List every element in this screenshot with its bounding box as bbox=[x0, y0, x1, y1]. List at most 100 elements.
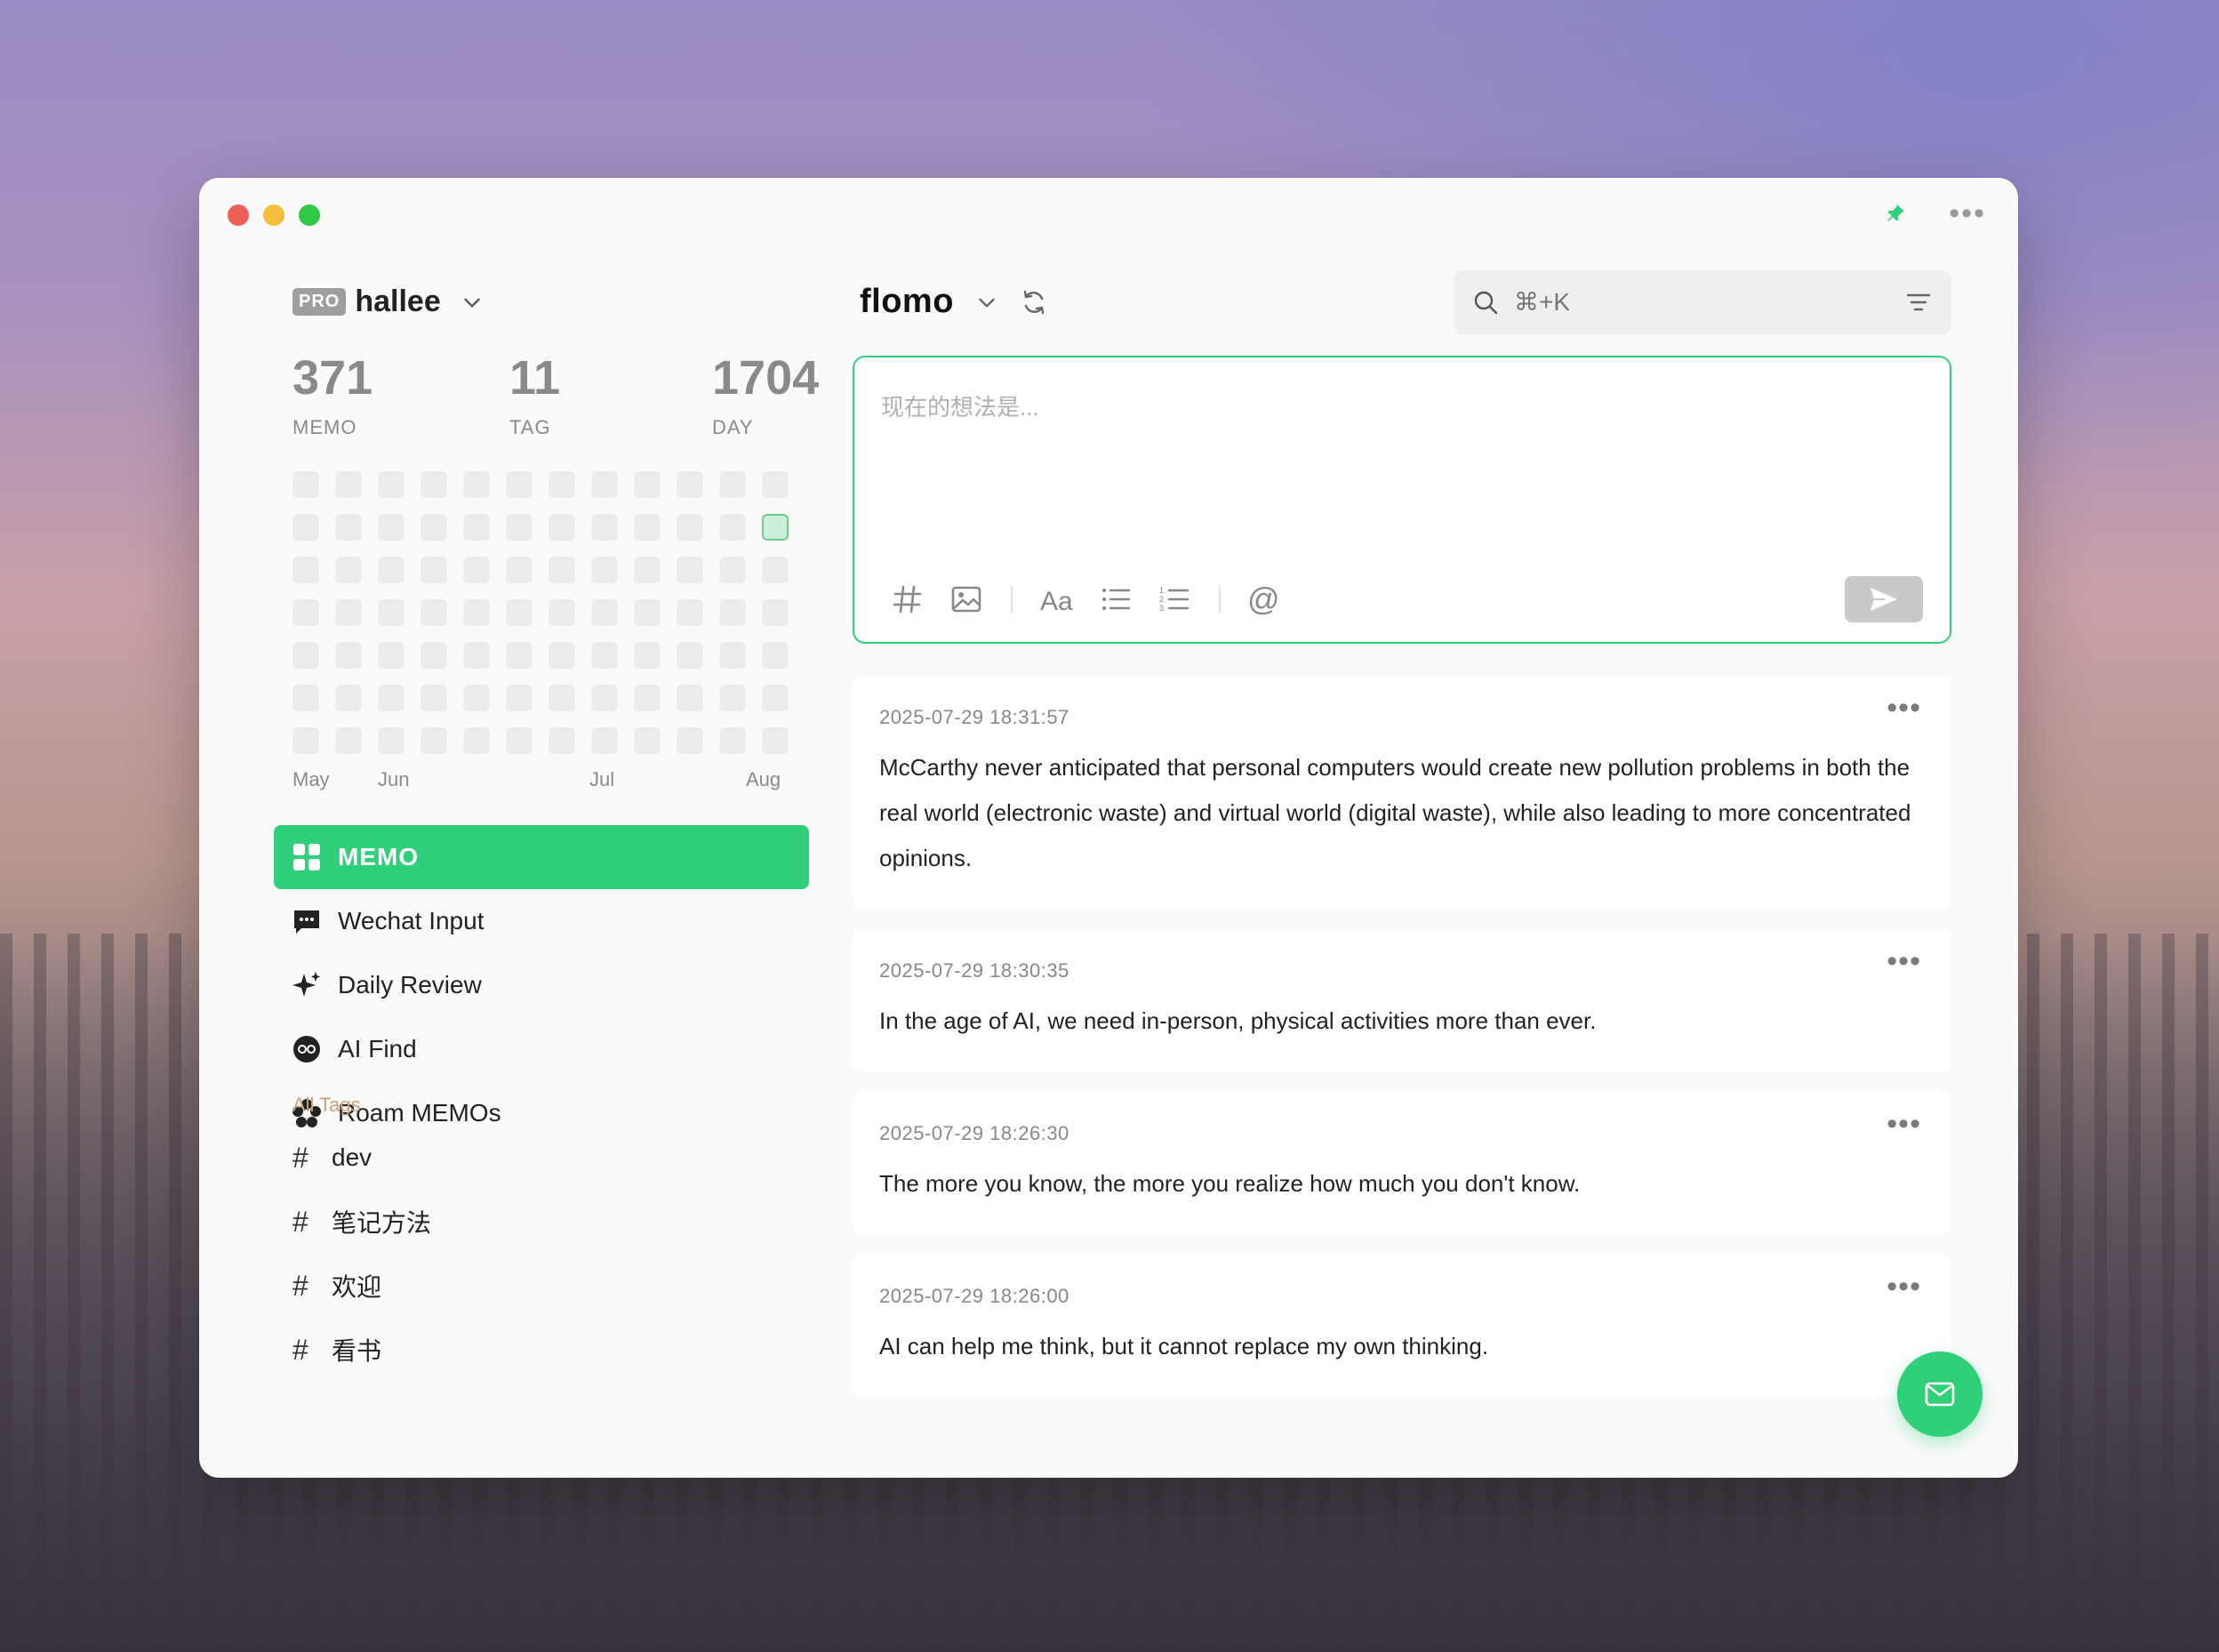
tag-item[interactable]: # dev bbox=[292, 1126, 431, 1190]
heatmap-cell[interactable] bbox=[421, 514, 447, 541]
tag-item[interactable]: # 欢迎 bbox=[292, 1254, 431, 1318]
heatmap-cell[interactable] bbox=[634, 557, 661, 583]
heatmap-cell[interactable] bbox=[292, 685, 319, 711]
heatmap-cell[interactable] bbox=[677, 514, 703, 541]
heatmap-cell[interactable] bbox=[591, 642, 618, 669]
heatmap-cell[interactable] bbox=[719, 514, 746, 541]
sidebar-item-ai-find[interactable]: AI Find bbox=[274, 1017, 809, 1081]
heatmap-cell[interactable] bbox=[634, 727, 661, 754]
heatmap-cell[interactable] bbox=[677, 599, 703, 626]
heatmap-cell[interactable] bbox=[463, 557, 490, 583]
memo-card[interactable]: 2025-07-29 18:30:35 ••• In the age of AI… bbox=[853, 929, 1951, 1072]
heatmap-cell[interactable] bbox=[677, 642, 703, 669]
heatmap-cell[interactable] bbox=[677, 471, 703, 498]
heatmap-cell[interactable] bbox=[677, 557, 703, 583]
mention-icon[interactable]: @ bbox=[1247, 581, 1283, 617]
heatmap-cell[interactable] bbox=[762, 642, 789, 669]
heatmap-cell[interactable] bbox=[549, 727, 575, 754]
filter-icon[interactable] bbox=[1905, 289, 1932, 316]
send-button[interactable] bbox=[1845, 576, 1923, 622]
memo-card[interactable]: 2025-07-29 18:26:00 ••• AI can help me t… bbox=[853, 1255, 1951, 1398]
heatmap-cell[interactable] bbox=[335, 685, 362, 711]
heatmap-cell[interactable] bbox=[421, 557, 447, 583]
heatmap-cell[interactable] bbox=[463, 514, 490, 541]
heatmap-cell[interactable] bbox=[634, 642, 661, 669]
heatmap-cell[interactable] bbox=[762, 685, 789, 711]
heatmap-cell[interactable] bbox=[378, 471, 405, 498]
heatmap-cell[interactable] bbox=[719, 599, 746, 626]
heatmap-cell[interactable] bbox=[591, 599, 618, 626]
heatmap-cell[interactable] bbox=[506, 557, 533, 583]
heatmap-cell[interactable] bbox=[634, 471, 661, 498]
email-fab-button[interactable] bbox=[1897, 1351, 1983, 1437]
memo-card[interactable]: 2025-07-29 18:31:57 ••• McCarthy never a… bbox=[853, 676, 1951, 910]
user-menu[interactable]: PRO hallee bbox=[292, 285, 484, 319]
heatmap-cell[interactable] bbox=[506, 642, 533, 669]
heatmap-cell[interactable] bbox=[634, 685, 661, 711]
heatmap-cell[interactable] bbox=[506, 471, 533, 498]
editor-input[interactable]: 现在的想法是... bbox=[881, 389, 1039, 422]
sidebar-item-memo[interactable]: MEMO bbox=[274, 825, 809, 889]
heatmap-cell[interactable] bbox=[719, 685, 746, 711]
heatmap-cell[interactable] bbox=[378, 727, 405, 754]
heatmap-cell[interactable] bbox=[549, 471, 575, 498]
heatmap-cell[interactable] bbox=[719, 727, 746, 754]
numbered-list-icon[interactable]: 123 bbox=[1157, 581, 1192, 617]
heatmap-cell[interactable] bbox=[591, 514, 618, 541]
heatmap-cell[interactable] bbox=[506, 685, 533, 711]
heatmap-cell[interactable] bbox=[463, 727, 490, 754]
heatmap-cell[interactable] bbox=[292, 642, 319, 669]
heatmap-cell[interactable] bbox=[378, 557, 405, 583]
heatmap-cell[interactable] bbox=[378, 599, 405, 626]
heatmap-cell[interactable] bbox=[591, 727, 618, 754]
more-icon[interactable]: ••• bbox=[1887, 1271, 1921, 1302]
heatmap-cell[interactable] bbox=[378, 514, 405, 541]
sidebar-item-wechat-input[interactable]: Wechat Input bbox=[274, 889, 809, 953]
workspace-switcher[interactable]: flomo bbox=[860, 283, 1048, 321]
heatmap-cell[interactable] bbox=[506, 727, 533, 754]
heatmap-cell[interactable] bbox=[762, 514, 789, 541]
heatmap-cell[interactable] bbox=[463, 642, 490, 669]
heatmap-cell[interactable] bbox=[677, 685, 703, 711]
heatmap-cell[interactable] bbox=[378, 685, 405, 711]
heatmap-cell[interactable] bbox=[292, 599, 319, 626]
heatmap-cell[interactable] bbox=[463, 599, 490, 626]
heatmap-cell[interactable] bbox=[292, 471, 319, 498]
hash-icon[interactable] bbox=[890, 581, 925, 617]
heatmap-cell[interactable] bbox=[292, 557, 319, 583]
heatmap-cell[interactable] bbox=[506, 514, 533, 541]
heatmap-cell[interactable] bbox=[421, 599, 447, 626]
heatmap-cell[interactable] bbox=[762, 557, 789, 583]
heatmap-cell[interactable] bbox=[292, 514, 319, 541]
heatmap-cell[interactable] bbox=[335, 471, 362, 498]
heatmap-cell[interactable] bbox=[591, 557, 618, 583]
search-box[interactable] bbox=[1454, 270, 1951, 334]
heatmap-cell[interactable] bbox=[762, 727, 789, 754]
more-icon[interactable]: ••• bbox=[1887, 693, 1921, 723]
heatmap-cell[interactable] bbox=[591, 685, 618, 711]
heatmap-cell[interactable] bbox=[549, 557, 575, 583]
heatmap-cell[interactable] bbox=[549, 599, 575, 626]
image-icon[interactable] bbox=[949, 581, 984, 617]
bullet-list-icon[interactable] bbox=[1098, 581, 1134, 617]
sidebar-item-daily-review[interactable]: Daily Review bbox=[274, 953, 809, 1017]
heatmap-cell[interactable] bbox=[378, 642, 405, 669]
heatmap-cell[interactable] bbox=[591, 471, 618, 498]
heatmap-cell[interactable] bbox=[719, 642, 746, 669]
heatmap-cell[interactable] bbox=[421, 727, 447, 754]
heatmap-cell[interactable] bbox=[549, 514, 575, 541]
sync-icon[interactable] bbox=[1020, 288, 1048, 317]
more-icon[interactable]: ••• bbox=[1887, 1109, 1921, 1139]
heatmap-cell[interactable] bbox=[549, 642, 575, 669]
heatmap-cell[interactable] bbox=[677, 727, 703, 754]
heatmap-cell[interactable] bbox=[421, 642, 447, 669]
search-input[interactable] bbox=[1512, 287, 1905, 317]
heatmap-cell[interactable] bbox=[421, 471, 447, 498]
heatmap-cell[interactable] bbox=[335, 599, 362, 626]
heatmap-cell[interactable] bbox=[634, 514, 661, 541]
heatmap-cell[interactable] bbox=[762, 471, 789, 498]
heatmap-cell[interactable] bbox=[719, 471, 746, 498]
heatmap-cell[interactable] bbox=[335, 557, 362, 583]
more-icon[interactable]: ••• bbox=[1887, 946, 1921, 976]
heatmap-cell[interactable] bbox=[335, 727, 362, 754]
